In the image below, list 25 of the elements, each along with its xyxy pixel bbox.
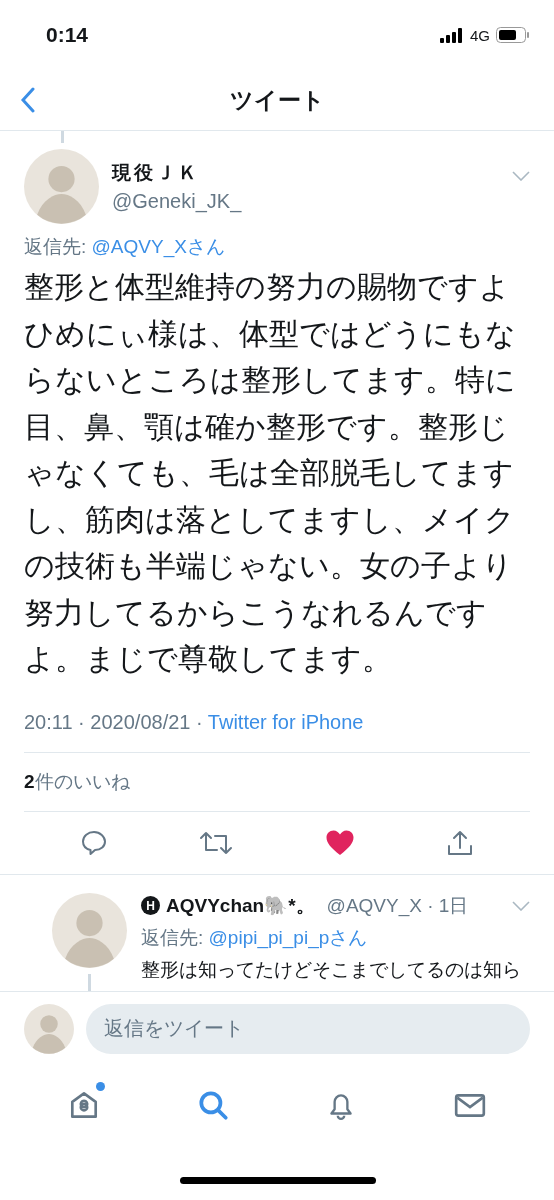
share-icon[interactable]: [446, 828, 475, 857]
reply-icon[interactable]: [79, 828, 108, 857]
screen-title: ツイート: [229, 85, 325, 115]
mention-link[interactable]: @AQVY_Xさん: [91, 236, 225, 257]
heart-icon[interactable]: [324, 829, 355, 856]
source-link[interactable]: Twitter for iPhone: [207, 710, 364, 733]
battery-icon: [496, 27, 530, 43]
signal-icon: [440, 27, 464, 43]
display-name: AQVYchan🐘*。: [166, 893, 315, 918]
tweet-text: 整形と体型維持の努力の賜物ですよ: [24, 269, 511, 305]
tweet-text: ひめにぃ様は、体型ではどうにもならないところは整形してます。特に目、鼻、顎は確か整形です。整形じゃなくても、毛は全部脱毛してますし、筋肉は落としてますし、メイクの技術も半端じゃない。女の子より努力してるからこうなれるんですよ。まじで尊敬してます。: [24, 315, 517, 677]
reply-to-line: 返信先: @pipi_pi_pi_pさん: [141, 925, 369, 951]
like-count[interactable]: 2件のいいね: [24, 752, 530, 812]
network-type: 4G: [470, 26, 490, 44]
mention-link[interactable]: @pipi_pi_pi_pさん: [208, 926, 368, 948]
reply-to-line: 返信先: @AQVY_Xさん: [24, 235, 226, 260]
badge-icon: H: [141, 896, 160, 915]
display-name: 現役ＪＫ: [112, 161, 201, 185]
reply-text: 整形は知ってたけどそこまでしてるのは知ら: [141, 957, 522, 982]
timestamp-line: 20:11 · 2020/08/21 · Twitter for iPhone: [24, 710, 530, 753]
username-time: @AQVY_X · 1日: [326, 893, 470, 919]
back-icon[interactable]: [20, 87, 36, 113]
clock-time: 0:14: [46, 23, 89, 47]
username: @Geneki_JK_: [112, 190, 243, 213]
reply-field[interactable]: 返信をツイート: [86, 1003, 530, 1054]
